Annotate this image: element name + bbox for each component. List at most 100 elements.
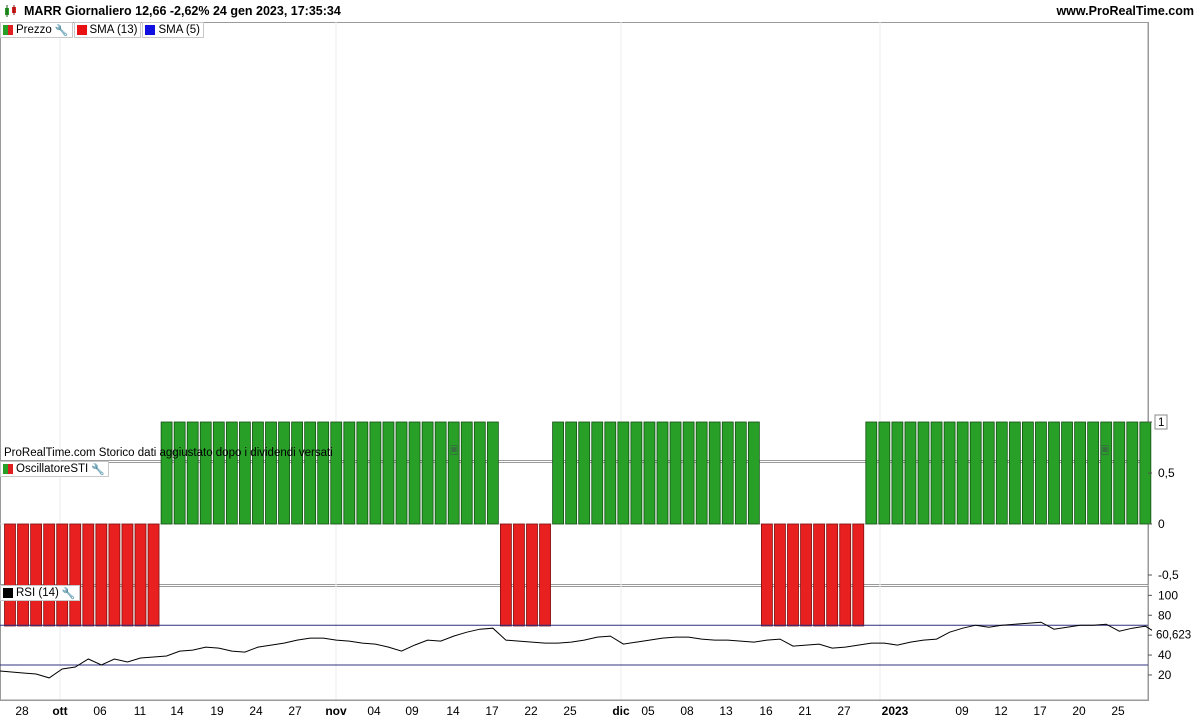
wrench-icon[interactable]: 🔧	[91, 463, 105, 476]
x-tick-label: 17	[485, 704, 499, 718]
oscillator-bar	[134, 523, 147, 627]
oscillator-bar	[969, 421, 982, 525]
oscillator-bar	[330, 421, 343, 525]
x-tick-label: 05	[641, 704, 655, 718]
oscillator-bar	[943, 421, 956, 525]
x-tick-label: 27	[837, 704, 851, 718]
oscillator-bar	[291, 421, 304, 525]
x-tick-label: 04	[367, 704, 381, 718]
legend-rsi[interactable]: RSI (14) 🔧	[0, 585, 80, 601]
legend-sma5-label: SMA (5)	[158, 24, 200, 36]
legend-price-label: Prezzo	[16, 24, 52, 36]
x-tick-label: 28	[15, 704, 29, 718]
oscillator-bar	[486, 421, 499, 525]
oscillator-bar	[591, 421, 604, 525]
oscillator-bar	[800, 523, 812, 627]
oscillator-bar	[982, 421, 995, 525]
panel-frame	[0, 586, 1149, 701]
oscillator-bar	[473, 421, 486, 525]
oscillator-bar	[1113, 421, 1126, 525]
oscillator-bar	[565, 421, 578, 525]
site-link[interactable]: www.ProRealTime.com	[1056, 4, 1194, 18]
oscillator-bar	[421, 421, 434, 525]
y-tick-label: 1	[1158, 417, 1164, 429]
oscillator-bar	[173, 421, 186, 525]
oscillator-bar	[278, 421, 290, 525]
oscillator-bar	[813, 523, 825, 627]
x-tick-label: 11	[134, 704, 147, 718]
rsi-value-tag: 60,623	[1156, 630, 1191, 642]
sticky-note-icon[interactable]: 🗏	[450, 444, 458, 461]
top-bar: MARR Giornaliero 12,66 -2,62% 24 gen 202…	[0, 0, 1200, 22]
legend-oscillator-label: OscillatoreSTI	[16, 463, 89, 475]
legend-price[interactable]: Prezzo 🔧	[0, 22, 73, 38]
oscillator-bar	[578, 421, 591, 525]
oscillator-bar	[787, 523, 799, 627]
x-tick-label: nov	[325, 704, 347, 718]
x-tick-label: 27	[288, 704, 302, 718]
legend-sma5[interactable]: SMA (5)	[142, 22, 204, 38]
oscillator-bar	[630, 421, 643, 525]
x-tick-label: 09	[405, 704, 419, 718]
oscillator-bar	[43, 523, 56, 627]
oscillator-bar	[460, 421, 473, 525]
legend-oscillator[interactable]: OscillatoreSTI 🔧	[0, 461, 109, 477]
oscillator-bar	[499, 523, 512, 627]
candlestick-icon	[5, 5, 16, 17]
oscillator-bar	[447, 421, 460, 525]
oscillator-bar	[186, 421, 199, 525]
oscillator-bar	[121, 523, 134, 627]
x-tick-label: 06	[93, 704, 107, 718]
sma5-swatch	[145, 25, 156, 35]
oscillator-bar	[1048, 421, 1060, 525]
y-tick-label: -0,5	[1158, 568, 1179, 582]
candlestick-icon	[3, 25, 13, 35]
x-tick-label: 14	[446, 704, 460, 718]
oscillator-bar	[995, 421, 1008, 525]
legend-sma13[interactable]: SMA (13)	[73, 22, 142, 38]
oscillator-bar	[395, 421, 408, 525]
wrench-icon[interactable]: 🔧	[55, 24, 69, 37]
oscillator-bar	[839, 523, 852, 627]
x-tick-label: 14	[170, 704, 184, 718]
wrench-icon[interactable]: 🔧	[62, 587, 76, 600]
oscillator-bar	[147, 523, 160, 627]
oscillator-bar	[721, 421, 734, 525]
oscillator-bar	[526, 523, 538, 627]
legend-sma13-label: SMA (13)	[89, 24, 138, 36]
sma13-swatch	[76, 25, 87, 35]
x-tick-label: 16	[759, 704, 773, 718]
oscillator-bar	[695, 421, 708, 525]
y-tick-label: 0,5	[1158, 466, 1175, 480]
oscillator-bar	[761, 523, 773, 627]
oscillator-bar	[1087, 421, 1100, 525]
oscillator-bar	[852, 523, 865, 627]
oscillator-bar	[408, 421, 421, 525]
rsi-line	[0, 621, 1159, 679]
y-tick-label: 40	[1158, 648, 1172, 662]
chart-canvas[interactable]: 13,212,812,41211,611,210,810,4109,512,80…	[0, 0, 1200, 720]
oscillator-bar	[1126, 421, 1139, 525]
oscillator-bar	[356, 421, 369, 525]
oscillator-bar	[265, 421, 277, 525]
x-tick-label: 21	[798, 704, 812, 718]
x-tick-label: 08	[680, 704, 694, 718]
x-tick-label: 17	[1033, 704, 1047, 718]
x-tick-label: 25	[1111, 704, 1125, 718]
y-tick-label: 0	[1158, 517, 1165, 531]
oscillator-bar	[669, 421, 682, 525]
legend-rsi-label: RSI (14)	[16, 587, 59, 599]
oscillator-bar	[865, 421, 878, 525]
rsi-legend: RSI (14) 🔧	[0, 585, 81, 601]
x-tick-label: 24	[249, 704, 263, 718]
oscillator-bar	[1074, 421, 1086, 525]
oscillator-bar	[878, 421, 891, 525]
oscillator-bar	[317, 421, 330, 525]
price-legend: Prezzo 🔧 SMA (13) SMA (5)	[0, 22, 205, 38]
oscillator-bar	[434, 421, 447, 525]
chart-title: MARR Giornaliero 12,66 -2,62% 24 gen 202…	[24, 4, 341, 18]
y-tick-label: 80	[1158, 608, 1172, 622]
rsi-swatch	[3, 588, 13, 598]
oscillator-bar	[225, 421, 238, 525]
sticky-note-icon[interactable]: 🗏	[1101, 444, 1109, 461]
